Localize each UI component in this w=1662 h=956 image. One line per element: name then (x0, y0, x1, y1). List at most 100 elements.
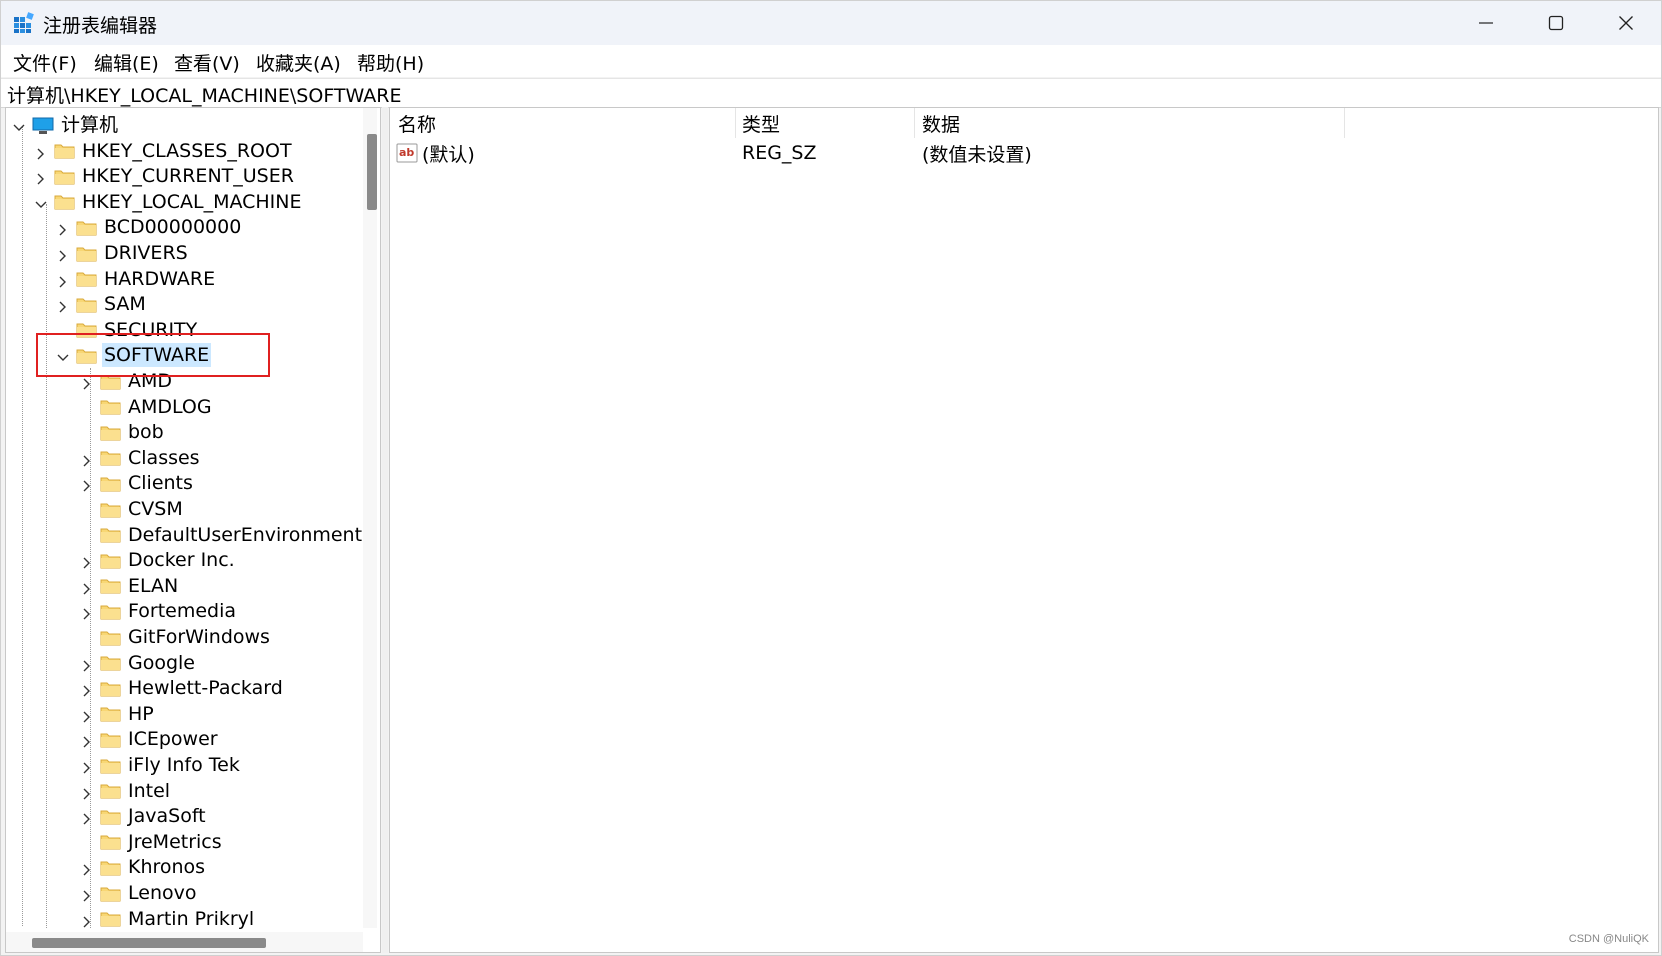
column-divider[interactable] (1344, 108, 1345, 138)
tree-node-software-subkey[interactable]: GitForWindows (80, 624, 272, 650)
tree-node-label: DRIVERS (104, 242, 188, 264)
expand-chevron-icon[interactable] (80, 579, 94, 595)
key-tree-pane[interactable]: 计算机 HKEY_CLASSES_ROOT HKEY_CURRENT_USER HKE… (5, 107, 381, 953)
window-title: 注册表编辑器 (43, 15, 158, 37)
address-bar[interactable]: 计算机\HKEY_LOCAL_MACHINE\SOFTWARE (1, 78, 1661, 108)
tree-node-key[interactable]: DRIVERS (56, 240, 190, 266)
registry-editor-icon (13, 12, 35, 34)
tree-node-software-subkey[interactable]: Docker Inc. (80, 547, 237, 573)
expand-chevron-icon[interactable] (80, 476, 94, 492)
tree-node-software-subkey[interactable]: HP (80, 701, 156, 727)
tree-node-software-subkey[interactable]: bob (80, 419, 166, 445)
column-header-data[interactable]: 数据 (922, 108, 960, 138)
title-bar[interactable]: 注册表编辑器 (1, 1, 1661, 45)
folder-icon (76, 296, 97, 313)
tree-node-software-subkey[interactable]: Clients (80, 470, 195, 496)
tree-node-software-subkey[interactable]: ELAN (80, 573, 180, 599)
maximize-button[interactable] (1521, 1, 1591, 45)
tree-node-hive[interactable]: HKEY_CLASSES_ROOT (34, 138, 294, 164)
tree-node-label: Khronos (128, 856, 206, 879)
values-list-pane[interactable]: 名称 类型 数据 ab (默认) REG_SZ (数值未设置) (389, 107, 1659, 953)
expand-chevron-icon[interactable] (80, 553, 94, 569)
tree-node-label: 计算机 (61, 114, 119, 136)
menu-view[interactable]: 查看(V) (174, 49, 240, 76)
expand-chevron-icon[interactable] (80, 809, 94, 825)
tree-node-software-subkey[interactable]: Google (80, 650, 197, 676)
expand-chevron-icon[interactable] (56, 272, 70, 288)
tree-node-software-subkey[interactable]: ICEpower (80, 726, 220, 752)
tree-node-software-subkey[interactable]: JreMetrics (80, 829, 224, 855)
tree-node-software-subkey[interactable]: JavaSoft (80, 803, 208, 829)
tree-node-software-subkey[interactable]: Intel (80, 778, 172, 804)
folder-icon (100, 782, 121, 799)
tree-node-label: bob (128, 421, 164, 444)
value-name: (默认) (422, 143, 475, 166)
expand-chevron-icon[interactable] (56, 297, 70, 313)
tree-node-software-subkey[interactable]: DefaultUserEnvironment (80, 522, 364, 548)
tree-vertical-scrollbar[interactable] (363, 108, 377, 928)
column-divider[interactable] (735, 108, 736, 138)
value-row-name[interactable]: ab (默认) (396, 140, 475, 166)
minimize-button[interactable] (1451, 1, 1521, 45)
folder-icon (100, 654, 121, 671)
tree-node-software-subkey[interactable]: Martin Prikryl (80, 906, 256, 932)
tree-node-software-subkey[interactable]: AMDLOG (80, 394, 214, 420)
tree-node-software-subkey[interactable]: Fortemedia (80, 598, 238, 624)
svg-text:ab: ab (399, 146, 414, 159)
expand-chevron-icon[interactable] (80, 860, 94, 876)
no-children-spacer (80, 502, 94, 516)
tree-node-software-subkey[interactable]: iFly Info Tek (80, 752, 242, 778)
tree-vertical-scroll-thumb[interactable] (367, 134, 377, 210)
annotation-highlight-box (36, 333, 270, 377)
menu-file[interactable]: 文件(F) (13, 49, 77, 76)
menu-help[interactable]: 帮助(H) (357, 49, 424, 76)
expand-chevron-icon[interactable] (80, 758, 94, 774)
expand-chevron-icon[interactable] (34, 169, 48, 185)
expand-chevron-icon[interactable] (80, 451, 94, 467)
collapse-chevron-icon[interactable] (34, 195, 48, 209)
expand-chevron-icon[interactable] (56, 220, 70, 236)
tree-node-software-subkey[interactable]: Classes (80, 445, 202, 471)
column-divider[interactable] (914, 108, 915, 138)
collapse-chevron-icon[interactable] (12, 118, 26, 132)
tree-node-key[interactable]: HARDWARE (56, 266, 217, 292)
menu-edit[interactable]: 编辑(E) (94, 49, 159, 76)
folder-icon (100, 475, 121, 492)
menu-favorites[interactable]: 收藏夹(A) (256, 49, 341, 76)
tree-node-software-subkey[interactable]: CVSM (80, 496, 185, 522)
pane-splitter[interactable] (382, 107, 388, 953)
column-header-name[interactable]: 名称 (398, 108, 436, 138)
tree-node-software-subkey[interactable]: Khronos (80, 854, 207, 880)
tree-node-key[interactable]: BCD00000000 (56, 214, 243, 240)
tree-node-label: HKEY_CLASSES_ROOT (82, 139, 292, 162)
column-header-type[interactable]: 类型 (742, 108, 780, 138)
tree-node-key[interactable]: SAM (56, 291, 148, 317)
expand-chevron-icon[interactable] (56, 246, 70, 262)
value-data: (数值未设置) (922, 143, 1032, 166)
expand-chevron-icon[interactable] (80, 784, 94, 800)
expand-chevron-icon[interactable] (80, 604, 94, 620)
tree-node-label: iFly Info Tek (128, 754, 240, 776)
close-button[interactable] (1591, 1, 1661, 45)
tree-horizontal-scroll-thumb[interactable] (32, 938, 266, 948)
expand-chevron-icon[interactable] (80, 886, 94, 902)
expand-chevron-icon[interactable] (80, 912, 94, 928)
tree-node-computer[interactable]: 计算机 (12, 112, 120, 138)
expand-chevron-icon[interactable] (80, 732, 94, 748)
folder-icon (54, 168, 75, 185)
no-children-spacer (80, 835, 94, 849)
expand-chevron-icon[interactable] (80, 656, 94, 672)
tree-node-hive[interactable]: HKEY_CURRENT_USER (34, 163, 296, 189)
folder-icon (100, 603, 121, 620)
expand-chevron-icon[interactable] (80, 707, 94, 723)
address-path[interactable]: 计算机\HKEY_LOCAL_MACHINE\SOFTWARE (7, 81, 401, 108)
expand-chevron-icon[interactable] (34, 144, 48, 160)
tree-node-hive[interactable]: HKEY_LOCAL_MACHINE (34, 189, 304, 215)
expand-chevron-icon[interactable] (80, 681, 94, 697)
tree-node-label: ICEpower (128, 728, 218, 751)
tree-node-software-subkey[interactable]: Hewlett-Packard (80, 675, 285, 701)
tree-node-software-subkey[interactable]: Lenovo (80, 880, 198, 906)
tree-node-label: HARDWARE (104, 267, 216, 290)
folder-icon (100, 731, 121, 748)
folder-icon (100, 552, 121, 569)
